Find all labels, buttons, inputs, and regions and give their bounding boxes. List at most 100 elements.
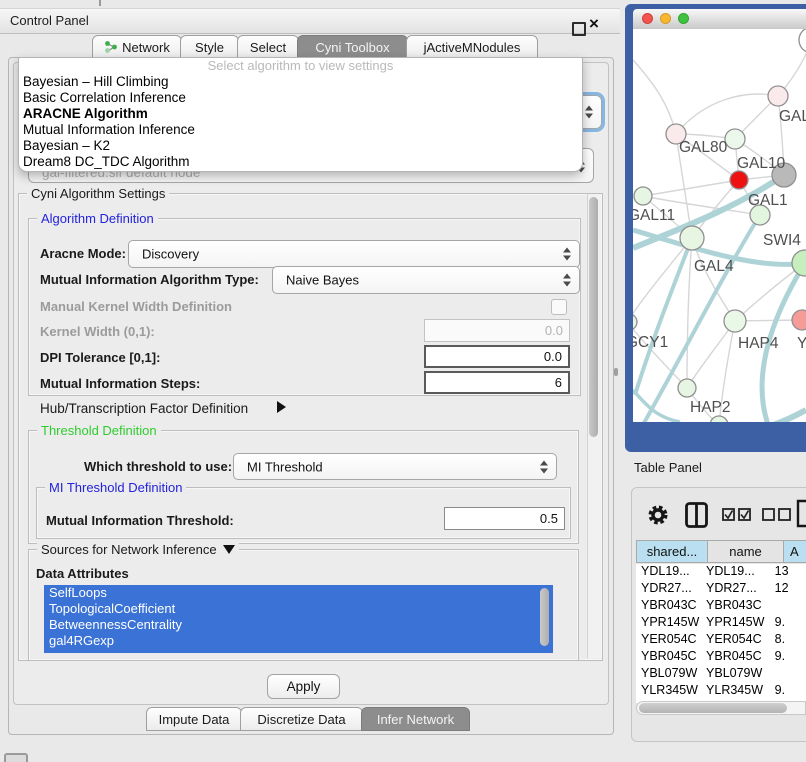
table-row[interactable]: YDL19...YDL19...13: [636, 564, 806, 581]
mi-algorithm-type-combo[interactable]: Naive Bayes: [272, 266, 580, 294]
node-label: GCY1: [633, 334, 668, 351]
settings-scrollbar-thumb[interactable]: [589, 197, 598, 437]
table-hscrollbar-thumb[interactable]: [639, 703, 787, 713]
table-row[interactable]: YLR345WYLR345W9.: [636, 683, 806, 700]
network-node[interactable]: [768, 86, 788, 106]
network-node[interactable]: [792, 310, 806, 330]
table-row[interactable]: YDR27...YDR27...12: [636, 581, 806, 598]
network-node-gal10[interactable]: [725, 129, 745, 149]
columns-icon[interactable]: [684, 501, 710, 529]
select-all-checks-icon[interactable]: [722, 508, 752, 522]
tab-jactivemnodules[interactable]: jActiveMNodules: [406, 35, 538, 59]
network-node-gcy1[interactable]: [633, 314, 637, 330]
manual-kernel-width-checkbox[interactable]: [551, 299, 567, 315]
table-row[interactable]: YBR043CYBR043C: [636, 598, 806, 615]
dpi-tolerance-label: DPI Tolerance [0,1]:: [40, 350, 160, 365]
dropdown-item[interactable]: Bayesian – Hill Climbing: [19, 74, 582, 90]
app-screen: Control Panel × Network Style Select Cyn…: [0, 0, 806, 762]
attribute-list-scrollbar[interactable]: [540, 588, 549, 646]
attribute-item[interactable]: BetweennessCentrality: [44, 617, 553, 633]
mi-steps-field[interactable]: 6: [424, 371, 570, 394]
table-rows: YDL19...YDL19...13 YDR27...YDR27...12 YB…: [636, 564, 806, 703]
aracne-mode-value: Discovery: [142, 247, 199, 262]
attribute-item[interactable]: TopologicalCoefficient: [44, 601, 553, 617]
deselect-all-checks-icon[interactable]: [762, 508, 792, 522]
network-node-gal4[interactable]: [680, 226, 704, 250]
table-header-partial[interactable]: A: [783, 540, 806, 563]
partial-bottom-icon[interactable]: [4, 753, 28, 762]
tab-cyni-toolbox[interactable]: Cyni Toolbox: [297, 35, 408, 59]
dropdown-item[interactable]: Bayesian – K2: [19, 138, 582, 154]
which-threshold-combo[interactable]: MI Threshold: [233, 453, 557, 480]
minimize-traffic-light-icon[interactable]: [660, 13, 671, 24]
table-header-shared[interactable]: shared...: [636, 540, 708, 563]
dropdown-item[interactable]: Basic Correlation Inference: [19, 90, 582, 106]
attribute-item[interactable]: SelfLoops: [44, 585, 553, 601]
tab-label: Impute Data: [159, 712, 230, 727]
mi-algorithm-type-label: Mutual Information Algorithm Type:: [40, 272, 259, 287]
node-label: GAL1: [748, 192, 788, 209]
data-attributes-list[interactable]: SelfLoops TopologicalCoefficient Between…: [44, 585, 553, 653]
tab-discretize-data[interactable]: Discretize Data: [240, 707, 363, 731]
gear-icon[interactable]: [646, 503, 670, 527]
network-node[interactable]: [799, 29, 806, 53]
float-window-icon[interactable]: [572, 22, 586, 36]
node-label: GAL80: [679, 139, 728, 156]
table-row[interactable]: YBR045CYBR045C9.: [636, 649, 806, 666]
network-node-gal11[interactable]: [634, 187, 652, 205]
table-row[interactable]: YER054CYER054C8.: [636, 632, 806, 649]
node-label: SWI4: [763, 232, 801, 249]
dropdown-item[interactable]: Dream8 DC_TDC Algorithm: [19, 154, 582, 170]
tab-infer-network[interactable]: Infer Network: [361, 707, 470, 731]
table-panel-title: Table Panel: [634, 460, 702, 475]
threshold-definition-title: Threshold Definition: [37, 423, 161, 438]
aracne-mode-combo[interactable]: Discovery: [128, 240, 580, 268]
close-traffic-light-icon[interactable]: [642, 13, 653, 24]
dropdown-item-selected[interactable]: ARACNE Algorithm: [19, 106, 582, 122]
dpi-tolerance-field[interactable]: 0.0: [424, 345, 570, 368]
panel-splitter-handle[interactable]: [614, 368, 618, 376]
settings-group-title: Cyni Algorithm Settings: [27, 186, 169, 201]
top-strip-mark: [99, 0, 101, 6]
tab-impute-data[interactable]: Impute Data: [146, 707, 242, 731]
expander-down-icon[interactable]: [223, 545, 235, 554]
apply-button[interactable]: Apply: [267, 674, 340, 699]
network-nodes[interactable]: [633, 29, 806, 422]
tab-label: Style: [195, 40, 224, 55]
table-header-name[interactable]: name: [707, 540, 784, 563]
tab-style[interactable]: Style: [180, 35, 239, 59]
network-window-titlebar[interactable]: [633, 9, 806, 30]
node-label: GAL10: [737, 155, 786, 172]
control-panel-titlebar: Control Panel ×: [0, 8, 620, 34]
combo-stepper-icon: [563, 274, 572, 287]
table-row[interactable]: YPR145WYPR145W9.: [636, 615, 806, 632]
tab-label: jActiveMNodules: [424, 40, 521, 55]
table-row[interactable]: YBL079WYBL079W: [636, 666, 806, 683]
data-attributes-label: Data Attributes: [36, 566, 129, 581]
mi-threshold-field[interactable]: 0.5: [444, 507, 565, 530]
expander-right-icon[interactable]: [277, 401, 286, 413]
network-node[interactable]: [792, 250, 806, 276]
network-node-hap4[interactable]: [724, 310, 746, 332]
kernel-width-field: 0.0: [424, 319, 570, 342]
tab-label: Cyni Toolbox: [315, 40, 389, 55]
network-node-hap2[interactable]: [678, 379, 696, 397]
dropdown-item[interactable]: Mutual Information Inference: [19, 122, 582, 138]
kernel-width-label: Kernel Width (0,1):: [40, 324, 155, 339]
mi-steps-label: Mutual Information Steps:: [40, 376, 200, 391]
tab-select[interactable]: Select: [237, 35, 299, 59]
zoom-traffic-light-icon[interactable]: [678, 13, 689, 24]
algorithm-dropdown-popup: Select algorithm to view settings Bayesi…: [18, 57, 583, 172]
function-file-icon[interactable]: [796, 499, 806, 529]
manual-kernel-width-label: Manual Kernel Width Definition: [40, 299, 232, 314]
network-graph[interactable]: GAL GAL80 GAL10 GAL1 GAL11 SWI4 GAL4 GCY…: [633, 29, 806, 422]
close-icon[interactable]: ×: [589, 14, 599, 34]
tab-network[interactable]: Network: [92, 35, 182, 59]
node-label: Y: [797, 335, 806, 352]
attribute-item[interactable]: gal4RGexp: [44, 633, 553, 649]
mi-threshold-label: Mutual Information Threshold:: [46, 513, 234, 528]
network-node-gal1-selected[interactable]: [730, 171, 748, 189]
network-node[interactable]: [710, 416, 728, 422]
tab-label: Discretize Data: [257, 712, 345, 727]
network-canvas[interactable]: GAL GAL80 GAL10 GAL1 GAL11 SWI4 GAL4 GCY…: [633, 29, 806, 422]
